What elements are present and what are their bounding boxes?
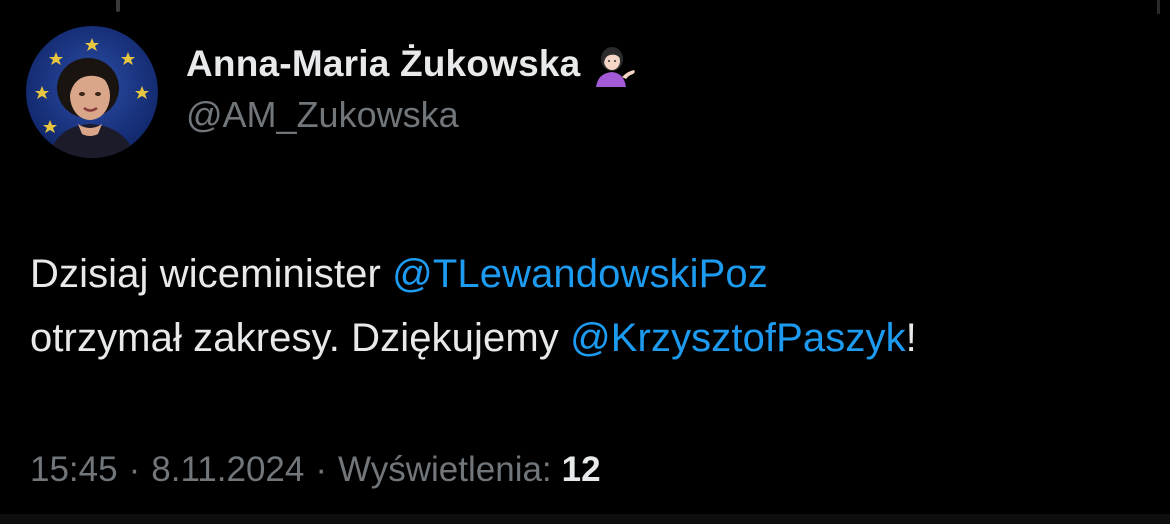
profile-photo-icon	[26, 26, 158, 158]
tweet-text-part-3: !	[905, 316, 917, 360]
handle[interactable]: @AM_Zukowska	[186, 94, 638, 136]
author-info: Anna-Maria Żukowska @AM_Zukowska	[186, 40, 638, 136]
tweet-header: Anna-Maria Żukowska @AM_Zukowska	[26, 26, 638, 158]
name-row: Anna-Maria Żukowska	[186, 40, 638, 88]
meta-separator: ·	[128, 450, 141, 489]
views-count[interactable]: 12	[562, 450, 601, 490]
tweet-time[interactable]: 15:45	[30, 450, 118, 490]
mention-link-tlewandowskipoz[interactable]: @TLewandowskiPoz	[392, 252, 768, 296]
bottom-divider	[0, 514, 1170, 524]
views-label[interactable]: Wyświetlenia:	[338, 450, 552, 490]
tweet-meta: 15:45 · 8.11.2024 · Wyświetlenia: 12	[30, 450, 601, 490]
mention-link-krzysztofpaszyk[interactable]: @KrzysztofPaszyk	[570, 316, 906, 360]
tweet-text-part-2: otrzymał zakresy. Dziękujemy	[30, 316, 571, 360]
top-edge-mark	[116, 0, 120, 12]
tweet-date[interactable]: 8.11.2024	[151, 450, 304, 490]
tweet-text: Dzisiaj wiceminister @TLewandowskiPoz otr…	[30, 242, 1160, 370]
meta-separator: ·	[315, 450, 328, 489]
tweet-text-part-1: Dzisiaj wiceminister	[30, 252, 393, 296]
woman-tipping-hand-emoji-icon	[596, 47, 636, 87]
avatar[interactable]	[26, 26, 158, 158]
display-name[interactable]: Anna-Maria Żukowska	[186, 43, 580, 85]
right-edge-mark	[1157, 0, 1170, 14]
